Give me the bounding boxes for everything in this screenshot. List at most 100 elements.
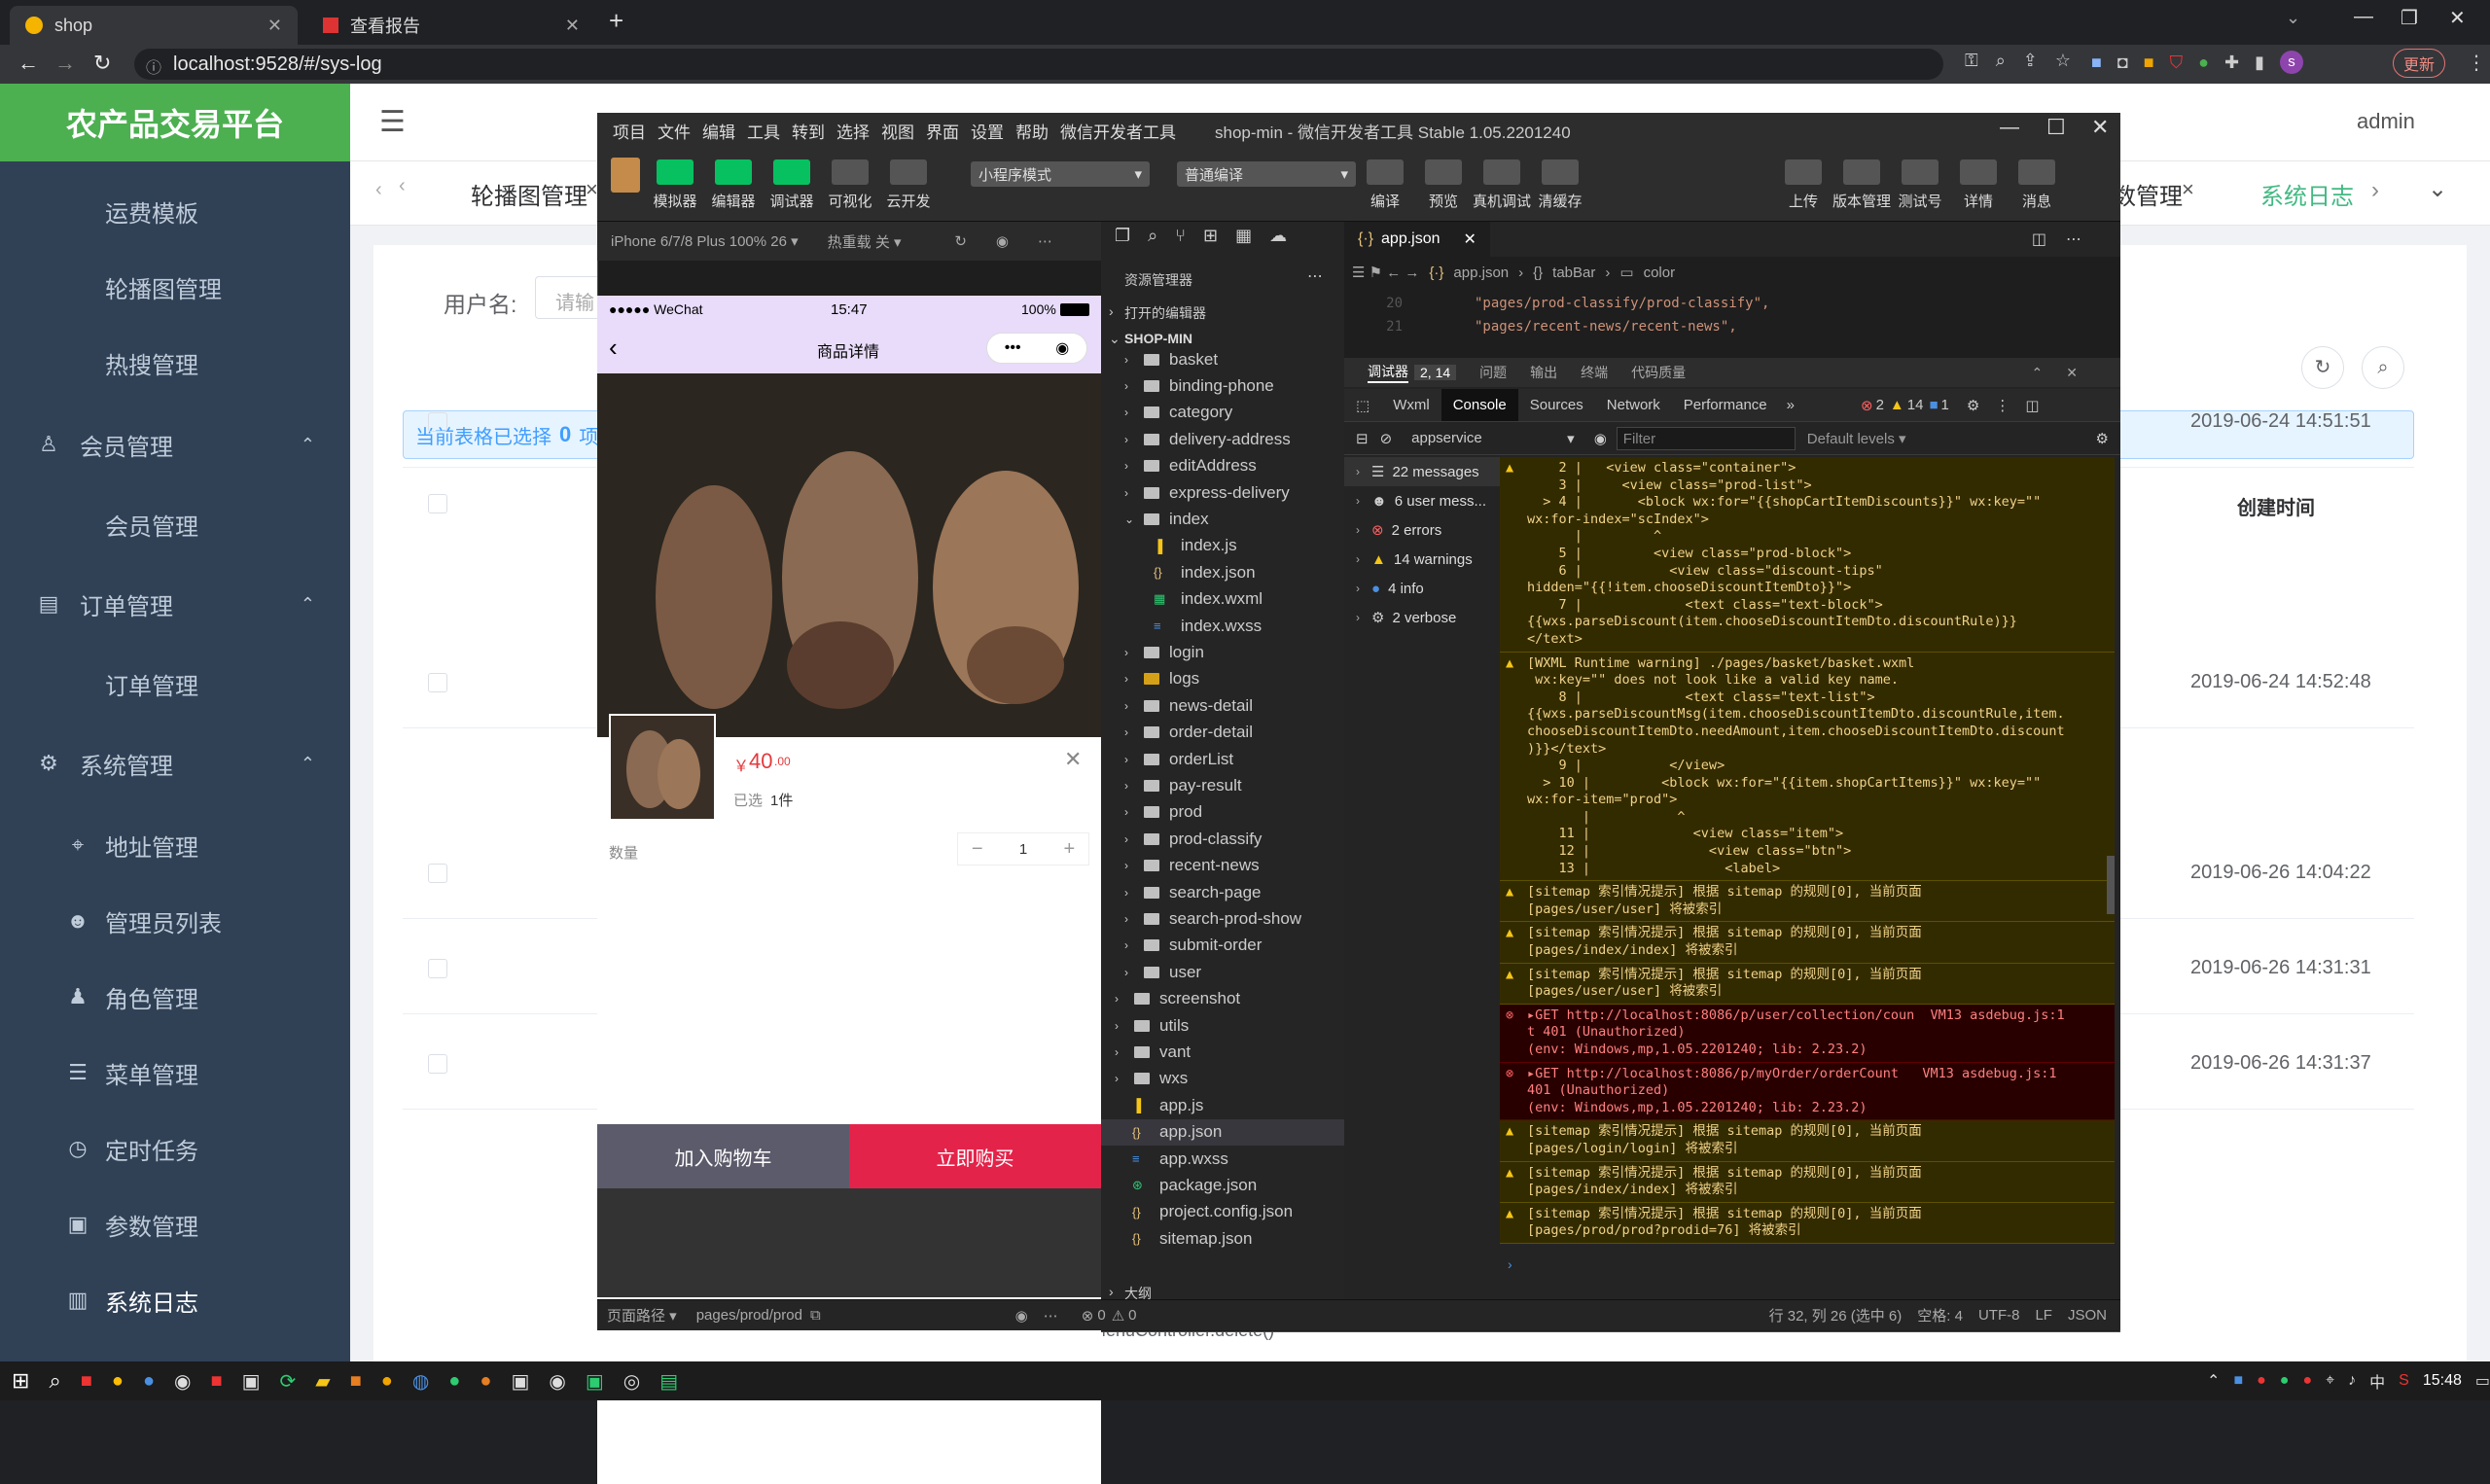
maximize-icon[interactable]: ❐: [2401, 6, 2418, 30]
more-icon[interactable]: ⋯: [1044, 1307, 1058, 1325]
more-tabs-icon[interactable]: »: [1779, 397, 1802, 413]
close-icon[interactable]: ✕: [267, 16, 282, 36]
select-all-checkbox[interactable]: [428, 494, 447, 513]
menu-item[interactable]: 文件: [658, 119, 691, 143]
tab-terminal[interactable]: 终端: [1581, 363, 1608, 382]
tray-chevron-icon[interactable]: ⌃: [2207, 1371, 2220, 1391]
file-tree-item[interactable]: › vant: [1101, 1039, 1344, 1065]
clear-console-icon[interactable]: ⊘: [1380, 430, 1393, 447]
editor-tab-app-json[interactable]: {·} app.json ✕: [1344, 222, 1490, 257]
scroll-left-icon[interactable]: ‹: [375, 179, 382, 201]
tray-icon[interactable]: ●: [2257, 1372, 2266, 1390]
inspect-icon[interactable]: ⬚: [1356, 397, 1370, 414]
editor-nav-icons[interactable]: ☰ ⚑ ← →: [1352, 264, 1419, 281]
search-button[interactable]: ⌕: [2362, 346, 2404, 389]
menu-item[interactable]: 工具: [747, 119, 780, 143]
sidebar-item[interactable]: ⌖ 地址管理: [0, 807, 350, 883]
editor-actions-icons[interactable]: ◫⋯: [2032, 230, 2101, 249]
app-icon[interactable]: ■: [211, 1370, 223, 1393]
file-tree-item[interactable]: ≡ app.wxss: [1101, 1146, 1344, 1172]
menu-item[interactable]: 编辑: [702, 119, 735, 143]
toolbar-button[interactable]: 上传: [1774, 159, 1832, 211]
row-checkbox[interactable]: [428, 864, 447, 883]
extension-icon[interactable]: ■: [2144, 53, 2154, 73]
console-warning[interactable]: ▲ 2 | <view class="container"> 3 | <view…: [1500, 457, 2115, 653]
menu-item[interactable]: 选择: [836, 119, 870, 143]
toolbar-button[interactable]: 测试号: [1891, 159, 1949, 211]
volume-icon[interactable]: ♪: [2348, 1372, 2356, 1390]
devtools-settings-icons[interactable]: ⚙⋮◫: [1967, 397, 2055, 414]
file-tree-item[interactable]: {} index.json: [1101, 559, 1344, 585]
extension-icon[interactable]: ●: [2198, 53, 2209, 73]
toolbar-button[interactable]: 可视化: [821, 159, 879, 211]
file-tree-item[interactable]: ▐ app.js: [1101, 1092, 1344, 1118]
quantity-stepper[interactable]: − 1 +: [957, 832, 1089, 866]
sidebar-item[interactable]: ☰ 菜单管理: [0, 1035, 350, 1111]
close-icon[interactable]: ✕: [565, 16, 580, 36]
app-icon[interactable]: ●: [381, 1370, 393, 1393]
console-group[interactable]: › ⊗ 2 errors: [1344, 515, 1500, 545]
file-tree-item[interactable]: ⌄ index: [1101, 506, 1344, 532]
tab-performance[interactable]: Performance: [1672, 397, 1779, 413]
page-path-select[interactable]: 页面路径 ▾: [607, 1305, 677, 1325]
toolbar-button[interactable]: 详情: [1949, 159, 2008, 211]
app-icon[interactable]: ◉: [549, 1369, 565, 1394]
mode-select[interactable]: 小程序模式 ▾: [971, 161, 1150, 187]
console-group[interactable]: › ☻ 6 user mess...: [1344, 486, 1500, 515]
file-tree-item[interactable]: {} app.json: [1101, 1118, 1344, 1146]
capsule-menu[interactable]: ••• ◉: [986, 333, 1087, 364]
code-lines[interactable]: 20 "pages/prod-classify/prod-classify", 2…: [1344, 292, 2120, 338]
sidebar-icon[interactable]: ▮: [2255, 53, 2264, 73]
hamburger-icon[interactable]: ☰: [379, 105, 406, 139]
menu-item[interactable]: 帮助: [1015, 119, 1049, 143]
user-name[interactable]: admin: [2357, 109, 2415, 134]
levels-select[interactable]: Default levels ▾: [1807, 430, 1906, 447]
row-checkbox[interactable]: [428, 1054, 447, 1074]
breadcrumb-color[interactable]: color: [1644, 265, 1676, 281]
file-tree-item[interactable]: › category: [1101, 400, 1344, 426]
file-tree-item[interactable]: › login: [1101, 639, 1344, 665]
sidebar-item[interactable]: ▣ 参数管理: [0, 1186, 350, 1262]
sidebar-item[interactable]: 运费模板: [0, 173, 350, 249]
forward-icon[interactable]: →: [54, 51, 76, 76]
profile-avatar[interactable]: s: [2280, 51, 2303, 74]
console-scrollbar[interactable]: [2107, 856, 2115, 914]
tag-close-icon[interactable]: ×: [586, 177, 598, 202]
file-tree-item[interactable]: {} sitemap.json: [1101, 1225, 1344, 1252]
file-tree-item[interactable]: › wxs: [1101, 1066, 1344, 1092]
context-select[interactable]: appservice: [1411, 430, 1567, 446]
file-tree-item[interactable]: › editAddress: [1101, 453, 1344, 479]
tab-code-quality[interactable]: 代码质量: [1631, 363, 1686, 382]
tag-close-icon[interactable]: ×: [2182, 177, 2194, 202]
eye-icon[interactable]: ◉: [1015, 1307, 1028, 1325]
share-icon[interactable]: ⇪: [2023, 51, 2038, 71]
file-tree-item[interactable]: › search-page: [1101, 879, 1344, 905]
close-icon[interactable]: ✕: [1064, 747, 1082, 772]
shield-icon[interactable]: ⛉: [2170, 53, 2184, 73]
console-warning[interactable]: ▲ [sitemap 索引情况提示] 根据 sitemap 的规则[0], 当前页…: [1500, 1202, 2115, 1244]
toolbar-button[interactable]: 模拟器: [646, 159, 704, 211]
zoom-icon[interactable]: ⌕: [1996, 51, 2006, 71]
toolbar-button[interactable]: 清缓存: [1531, 159, 1589, 211]
file-tree-item[interactable]: › orderList: [1101, 746, 1344, 772]
menu-item[interactable]: 视图: [881, 119, 914, 143]
console-error[interactable]: ⊗ ▸GET http://localhost:8086/p/user/colle…: [1500, 1004, 2115, 1063]
open-editors-section[interactable]: 打开的编辑器: [1124, 303, 1206, 323]
console-group[interactable]: › ● 4 info: [1344, 574, 1500, 603]
file-tree-item[interactable]: › screenshot: [1101, 986, 1344, 1012]
row-checkbox[interactable]: [428, 673, 447, 692]
console-warning[interactable]: ▲ [sitemap 索引情况提示] 根据 sitemap 的规则[0], 当前页…: [1500, 1161, 2115, 1203]
console-warning[interactable]: ▲ [sitemap 索引情况提示] 根据 sitemap 的规则[0], 当前页…: [1500, 1120, 2115, 1162]
network-icon[interactable]: ⌖: [2326, 1372, 2334, 1390]
more-icon[interactable]: •••: [1005, 339, 1021, 357]
file-tree-item[interactable]: ▦ index.wxml: [1101, 586, 1344, 613]
tab-debugger[interactable]: 调试器: [1368, 362, 1408, 383]
file-tree-item[interactable]: › search-prod-show: [1101, 905, 1344, 932]
tray-icon[interactable]: ●: [2302, 1372, 2312, 1390]
add-to-cart-button[interactable]: 加入购物车: [597, 1124, 849, 1188]
tab-output[interactable]: 输出: [1530, 363, 1557, 382]
sidebar-item[interactable]: 订单管理: [0, 646, 350, 722]
edge-icon[interactable]: ●: [143, 1370, 155, 1393]
app-icon[interactable]: ⟳: [280, 1369, 297, 1394]
tab-console[interactable]: Console: [1441, 389, 1518, 421]
